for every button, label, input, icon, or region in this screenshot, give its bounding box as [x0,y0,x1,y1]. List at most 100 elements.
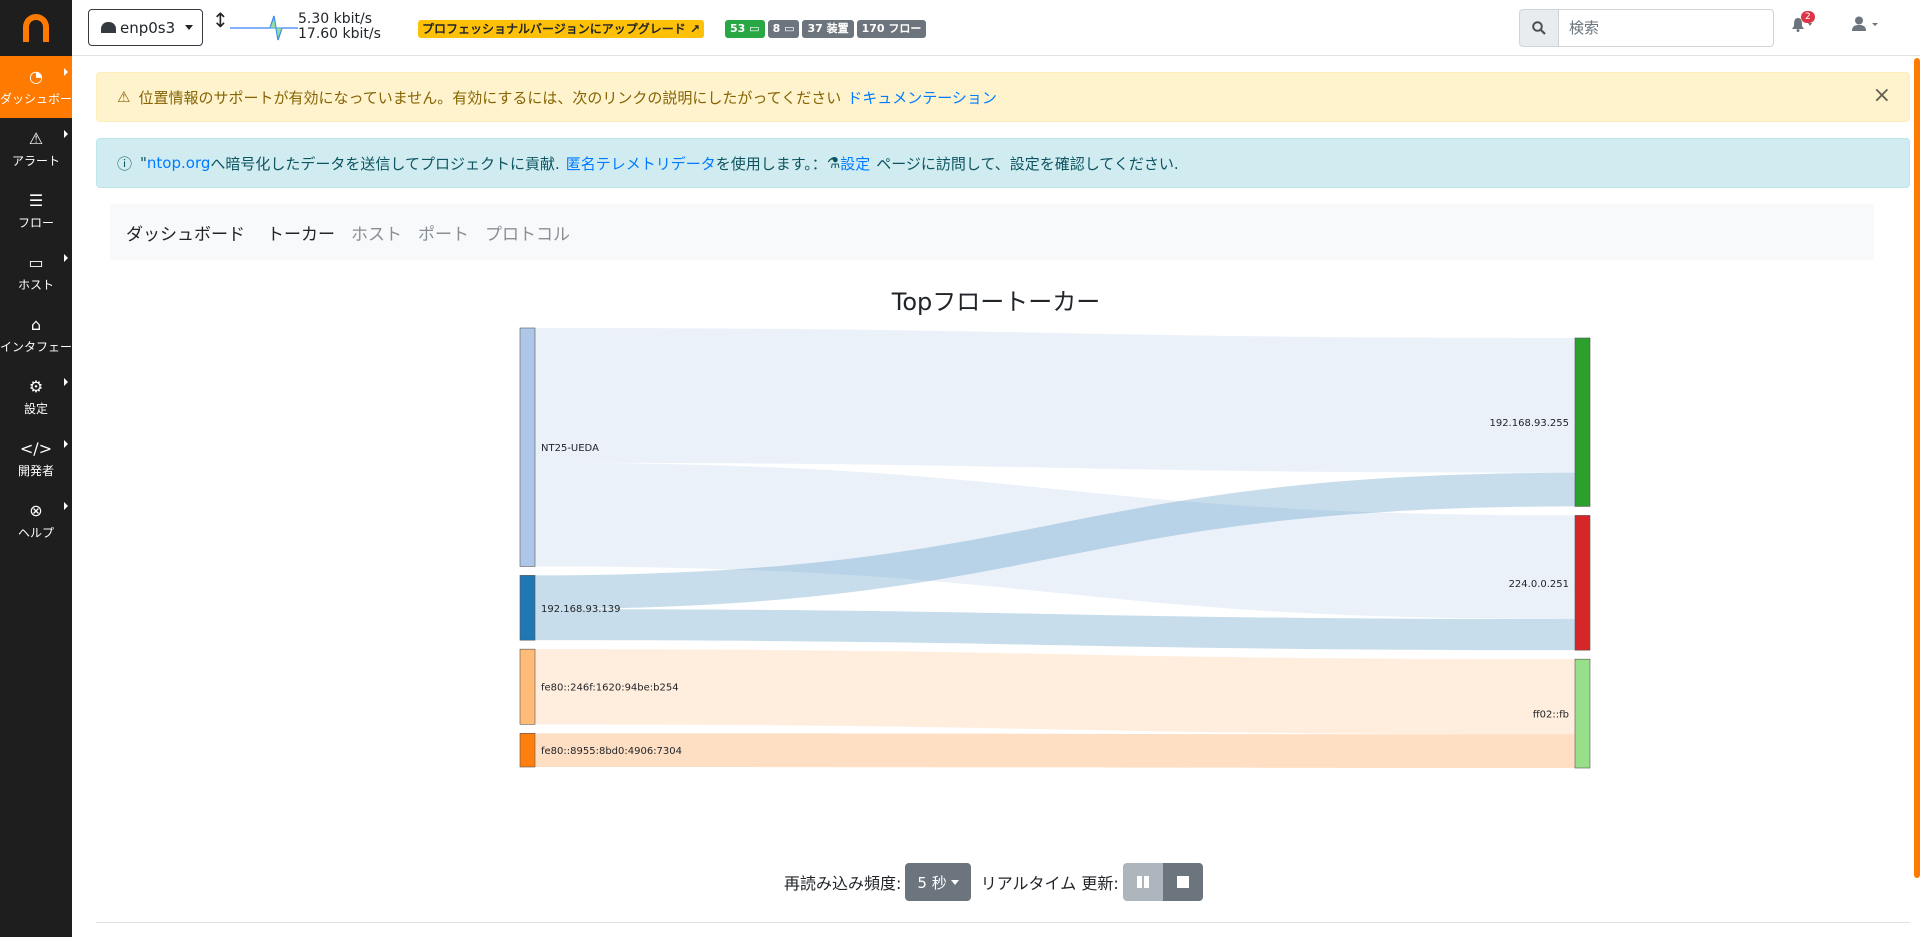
sankey-target-node[interactable] [1574,337,1591,507]
sidebar-item-label: 設定 [23,401,48,416]
chevron-down-icon [950,879,959,885]
interface-name: enp0s3 [120,18,176,37]
sidebar-item-label: 開発者 [17,463,54,478]
geo-warning-alert: ⚠ 位置情報のサポートが有効になっていません。有効にするには、次のリンクの説明に… [96,72,1910,122]
search-input[interactable] [1559,9,1774,47]
caret-right-icon [64,378,68,386]
search-box [1519,9,1774,47]
sidebar-item-label: ダッシュボード [0,91,72,106]
stop-icon [1176,876,1189,888]
upload-rate: 5.30 kbit/s [298,11,373,27]
notifications-button[interactable]: 2 [1792,11,1816,36]
devices-badge[interactable]: 37 装置 [802,20,854,38]
settings-link[interactable]: 設定 [840,153,870,174]
laptop-icon: ▭ [749,22,760,35]
close-icon[interactable]: × [1873,85,1891,107]
laptop-icon: ▭ [784,22,795,35]
subnav-brand[interactable]: ダッシュボード [126,220,245,245]
top-navbar: enp0s3 ↕ 5.30 kbit/s 17.60 kbit/s プロフェッシ… [72,0,1920,56]
chevron-down-icon [185,25,194,30]
user-icon [1852,16,1878,31]
sidebar-item-help[interactable]: ⊗ ヘルプ [0,490,72,552]
sankey-link[interactable] [535,733,1575,768]
sidebar-item-interface[interactable]: ⌂ インタフェース [0,304,72,366]
flask-icon: ⚗ [826,154,841,172]
realtime-label: リアルタイム 更新: [980,874,1119,893]
interface-dropdown[interactable]: enp0s3 [88,9,203,46]
telemetry-info-alert: ⓘ " ntop.org へ暗号化したデータを送信してプロジェクトに貢献. 匿名テ… [96,138,1910,188]
refresh-rate-dropdown[interactable]: 5 秒 [905,863,971,901]
tab-hosts[interactable]: ホスト [351,220,402,245]
sankey-target-node[interactable] [1574,658,1591,769]
sidebar-item-flows[interactable]: ☰ フロー [0,180,72,242]
main-content: ⚠ 位置情報のサポートが有効になっていません。有効にするには、次のリンクの説明に… [72,56,1920,937]
sidebar-item-alerts[interactable]: ⚠ アラート [0,118,72,180]
sankey-source-node[interactable] [519,575,536,641]
info-prefix: " [140,154,147,172]
stats-badges: 53 ▭ 8 ▭ 37 装置 170 フロー [725,20,927,38]
code-icon: </> [19,438,53,458]
refresh-controls: 再読み込み頻度: 5 秒 リアルタイム 更新: [784,863,1203,901]
remote-hosts-badge[interactable]: 8 ▭ [767,20,800,38]
alert-icon: ⚠ [28,128,44,148]
tab-ports[interactable]: ポート [418,220,469,245]
warning-icon: ⚠ [117,88,131,106]
info-text2: を使用します。： [715,154,827,173]
info-icon: ⓘ [117,154,133,173]
warning-text: 位置情報のサポートが有効になっていません。有効にするには、次のリンクの説明にした… [138,88,842,107]
gear-icon: ⚙ [28,376,44,396]
sankey-source-label: fe80::8955:8bd0:4906:7304 [541,746,682,757]
divider [96,922,1910,923]
dashboard-subnav: ダッシュボード トーカー ホスト ポート プロトコル [110,204,1874,260]
telemetry-link[interactable]: 匿名テレメトリデータ [566,153,716,174]
refresh-rate-value: 5 秒 [917,873,947,892]
info-text1: へ暗号化したデータを送信してプロジェクトに貢献. [210,154,560,173]
ntop-org-link[interactable]: ntop.org [147,154,210,172]
sankey-link[interactable] [535,649,1575,735]
sankey-source-label: NT25-UEDA [541,443,599,454]
traffic-sparkline[interactable] [230,10,298,44]
interface-icon: ⌂ [30,314,42,334]
sankey-link[interactable] [535,328,1575,473]
sankey-source-node[interactable] [519,648,536,725]
pause-icon [1136,876,1149,888]
caret-right-icon [64,254,68,262]
sankey-target-node[interactable] [1574,515,1591,651]
user-menu-button[interactable] [1852,16,1884,36]
sidebar-item-label: インタフェース [0,339,72,354]
sankey-source-label: 192.168.93.139 [541,604,621,615]
sidebar-item-label: ホスト [17,277,54,292]
scrollbar[interactable] [1914,58,1920,878]
sankey-target-label: 192.168.93.255 [1489,418,1569,429]
search-button[interactable] [1519,9,1559,47]
info-text3: ページに訪問して、設定を確認してください. [876,154,1179,173]
refresh-label: 再読み込み頻度: [784,874,902,893]
realtime-buttons [1122,863,1203,901]
traffic-direction-icon: ↕ [212,8,229,32]
traffic-rates: 5.30 kbit/s 17.60 kbit/s [298,12,381,42]
caret-right-icon [64,502,68,510]
caret-right-icon [64,440,68,448]
upgrade-badge[interactable]: プロフェッショナルバージョンにアップグレード ↗ [418,20,705,38]
local-hosts-badge[interactable]: 53 ▭ [725,20,765,38]
hosts-icon: ▭ [28,252,44,272]
sankey-source-node[interactable] [519,733,536,768]
sankey-source-node[interactable] [519,327,536,567]
sidebar-item-settings[interactable]: ⚙ 設定 [0,366,72,428]
help-icon: ⊗ [29,500,43,520]
pause-button[interactable] [1122,863,1163,901]
tab-talkers[interactable]: トーカー [267,220,335,245]
sidebar-item-label: アラート [11,153,60,168]
download-rate: 17.60 kbit/s [298,26,381,42]
flows-icon: ☰ [28,190,44,210]
tab-protocols[interactable]: プロトコル [485,220,570,245]
sidebar-item-developer[interactable]: </> 開発者 [0,428,72,490]
stop-button[interactable] [1162,863,1203,901]
caret-right-icon [64,68,68,76]
ntopng-logo[interactable] [0,0,72,56]
sidebar-item-hosts[interactable]: ▭ ホスト [0,242,72,304]
flows-badge[interactable]: 170 フロー [856,20,927,38]
documentation-link[interactable]: ドキュメンテーション [847,87,997,108]
sidebar-item-dashboard[interactable]: ◔ ダッシュボード [0,56,72,118]
caret-right-icon [64,130,68,138]
